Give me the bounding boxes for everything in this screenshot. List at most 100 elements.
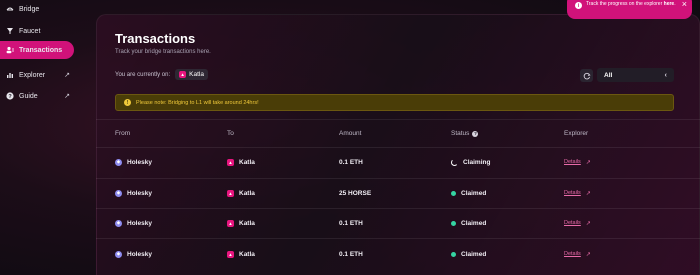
table-row: ◆ Holesky ▲ Katla 0.1 ETH Claiming Detai…	[96, 147, 700, 177]
to-chain: Katla	[239, 189, 255, 197]
sidebar-item-label: Guide	[19, 92, 38, 100]
to-cell: ▲ Katla	[227, 239, 255, 269]
sidebar-item-label: Bridge	[19, 5, 40, 13]
bridging-note-banner: ! Please note: Bridging to L1 will take …	[115, 94, 674, 111]
help-icon[interactable]: ?	[472, 130, 479, 137]
column-header-status: Status ?	[451, 130, 479, 137]
status-filter-select[interactable]: All ‹	[597, 68, 674, 82]
to-cell: ▲ Katla	[227, 147, 255, 177]
toast-suffix: .	[674, 1, 676, 7]
to-chain: Katla	[239, 219, 255, 227]
details-link[interactable]: Details	[564, 159, 581, 165]
sidebar-item-explorer[interactable]: Explorer ↗	[0, 66, 74, 84]
external-link-icon: ↗	[585, 251, 591, 258]
bridge-icon	[6, 5, 14, 13]
amount-cell: 0.1 ETH	[339, 219, 363, 227]
sidebar-item-transactions[interactable]: Transactions	[0, 41, 74, 59]
explorer-cell: Details ↗	[564, 147, 591, 177]
status-cell: Claimed	[451, 178, 486, 208]
ethereum-icon: ◆	[115, 250, 122, 258]
current-chain-chip[interactable]: ▲ Katla	[175, 69, 208, 80]
toast-text: Track the progress on the explorer	[586, 1, 663, 7]
close-icon[interactable]: ×	[682, 0, 687, 9]
explorer-cell: Details ↗	[564, 208, 591, 238]
table-row: ◆ Holesky ▲ Katla 0.1 ETH Claimed Detail…	[96, 239, 700, 269]
amount-cell: 25 HORSE	[339, 189, 372, 197]
from-chain: Holesky	[127, 189, 152, 197]
to-cell: ▲ Katla	[227, 178, 255, 208]
sidebar-item-label: Faucet	[19, 27, 41, 35]
external-link-icon: ↗	[585, 190, 591, 197]
external-link-icon: ↗	[585, 220, 591, 227]
from-cell: ◆ Holesky	[115, 208, 152, 238]
explorer-cell: Details ↗	[564, 239, 591, 269]
loading-spinner-icon	[451, 158, 458, 166]
divider	[96, 119, 700, 120]
bridging-note-text: Please note: Bridging to L1 will take ar…	[136, 99, 259, 106]
info-icon: i	[575, 2, 582, 9]
transactions-icon	[6, 46, 14, 54]
table-row: ◆ Holesky ▲ Katla 25 HORSE Claimed Detai…	[96, 178, 700, 208]
details-link[interactable]: Details	[564, 190, 581, 196]
explorer-cell: Details ↗	[564, 178, 591, 208]
external-link-icon: ↗	[64, 72, 70, 79]
current-chain-indicator: You are currently on: ▲ Katla	[115, 69, 208, 80]
details-link[interactable]: Details	[564, 251, 581, 257]
from-cell: ◆ Holesky	[115, 147, 152, 177]
claimed-status-dot	[451, 190, 456, 196]
column-header-amount: Amount	[339, 130, 362, 137]
katla-chain-icon: ▲	[227, 189, 234, 197]
status-filter-value: All	[604, 71, 613, 79]
toast-message: Track the progress on the explorer here.	[586, 1, 676, 7]
to-cell: ▲ Katla	[227, 208, 255, 238]
column-header-status-label: Status	[451, 130, 470, 137]
details-link[interactable]: Details	[564, 220, 581, 226]
from-chain: Holesky	[127, 219, 152, 227]
column-header-to: To	[227, 130, 234, 137]
refresh-icon	[583, 72, 591, 79]
external-link-icon: ↗	[585, 159, 591, 166]
guide-icon: ?	[6, 92, 14, 100]
sidebar-item-guide[interactable]: ? Guide ↗	[0, 87, 74, 105]
explorer-icon	[6, 71, 14, 79]
sidebar: Bridge Faucet Transactions Explorer ↗ ? …	[0, 0, 82, 275]
katla-chain-icon: ▲	[179, 71, 187, 78]
external-link-icon: ↗	[64, 93, 70, 100]
warning-icon: !	[124, 99, 131, 106]
column-header-explorer: Explorer	[564, 130, 589, 137]
status-cell: Claiming	[451, 147, 490, 177]
to-chain: Katla	[239, 250, 255, 258]
amount-cell: 0.1 ETH	[339, 158, 363, 166]
katla-chain-icon: ▲	[227, 250, 234, 258]
sidebar-item-bridge[interactable]: Bridge	[0, 0, 74, 18]
status-text: Claimed	[461, 250, 487, 258]
katla-chain-icon: ▲	[227, 219, 234, 227]
from-chain: Holesky	[127, 158, 152, 166]
from-cell: ◆ Holesky	[115, 178, 152, 208]
page-subtitle: Track your bridge transactions here.	[115, 49, 211, 55]
explorer-toast: i Track the progress on the explorer her…	[567, 0, 692, 19]
chevron-left-icon: ‹	[664, 71, 667, 79]
current-chain-name: Katla	[189, 71, 204, 78]
status-text: Claiming	[463, 158, 491, 166]
katla-chain-icon: ▲	[227, 158, 234, 166]
ethereum-icon: ◆	[115, 219, 122, 227]
sidebar-item-faucet[interactable]: Faucet	[0, 22, 74, 40]
from-chain: Holesky	[127, 250, 152, 258]
ethereum-icon: ◆	[115, 158, 122, 166]
status-cell: Claimed	[451, 239, 486, 269]
ethereum-icon: ◆	[115, 189, 122, 197]
status-text: Claimed	[461, 219, 487, 227]
to-chain: Katla	[239, 158, 255, 166]
status-cell: Claimed	[451, 208, 486, 238]
current-chain-label: You are currently on:	[115, 71, 171, 78]
sidebar-item-label: Explorer	[19, 71, 46, 79]
claimed-status-dot	[451, 251, 456, 257]
table-row: ◆ Holesky ▲ Katla 0.1 ETH Claimed Detail…	[96, 208, 700, 238]
status-text: Claimed	[461, 189, 487, 197]
refresh-button[interactable]	[580, 69, 593, 82]
page-title: Transactions	[115, 31, 196, 46]
from-cell: ◆ Holesky	[115, 239, 152, 269]
toast-link[interactable]: here	[664, 1, 675, 7]
amount-cell: 0.1 ETH	[339, 250, 363, 258]
